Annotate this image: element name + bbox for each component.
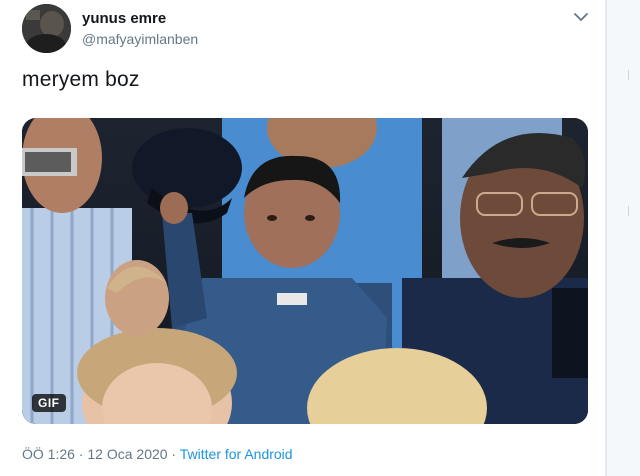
right-rail: [607, 0, 640, 476]
meta-separator-2: ·: [167, 446, 180, 462]
display-name[interactable]: yunus emre: [82, 10, 166, 27]
rail-divider-2: [628, 206, 629, 216]
avatar-image: [22, 4, 71, 53]
gif-frame: [22, 118, 588, 424]
rail-divider: [628, 70, 629, 80]
avatar[interactable]: [22, 4, 71, 53]
user-handle[interactable]: @mafyayimlanben: [82, 31, 198, 47]
tweet-date[interactable]: 12 Oca 2020: [87, 446, 167, 462]
chevron-down-icon[interactable]: [572, 9, 590, 25]
tweet-card: yunus emre @mafyayimlanben meryem boz GI…: [0, 0, 606, 476]
tweet-metadata: ÖÖ 1:26 · 12 Oca 2020 · Twitter for Andr…: [22, 446, 293, 462]
tweet-text: meryem boz: [22, 68, 140, 91]
gif-badge: GIF: [32, 394, 66, 412]
gif-media[interactable]: GIF: [22, 118, 588, 424]
tweet-source-link[interactable]: Twitter for Android: [180, 446, 293, 462]
tweet-time[interactable]: ÖÖ 1:26: [22, 446, 75, 462]
meta-separator: ·: [74, 446, 88, 462]
